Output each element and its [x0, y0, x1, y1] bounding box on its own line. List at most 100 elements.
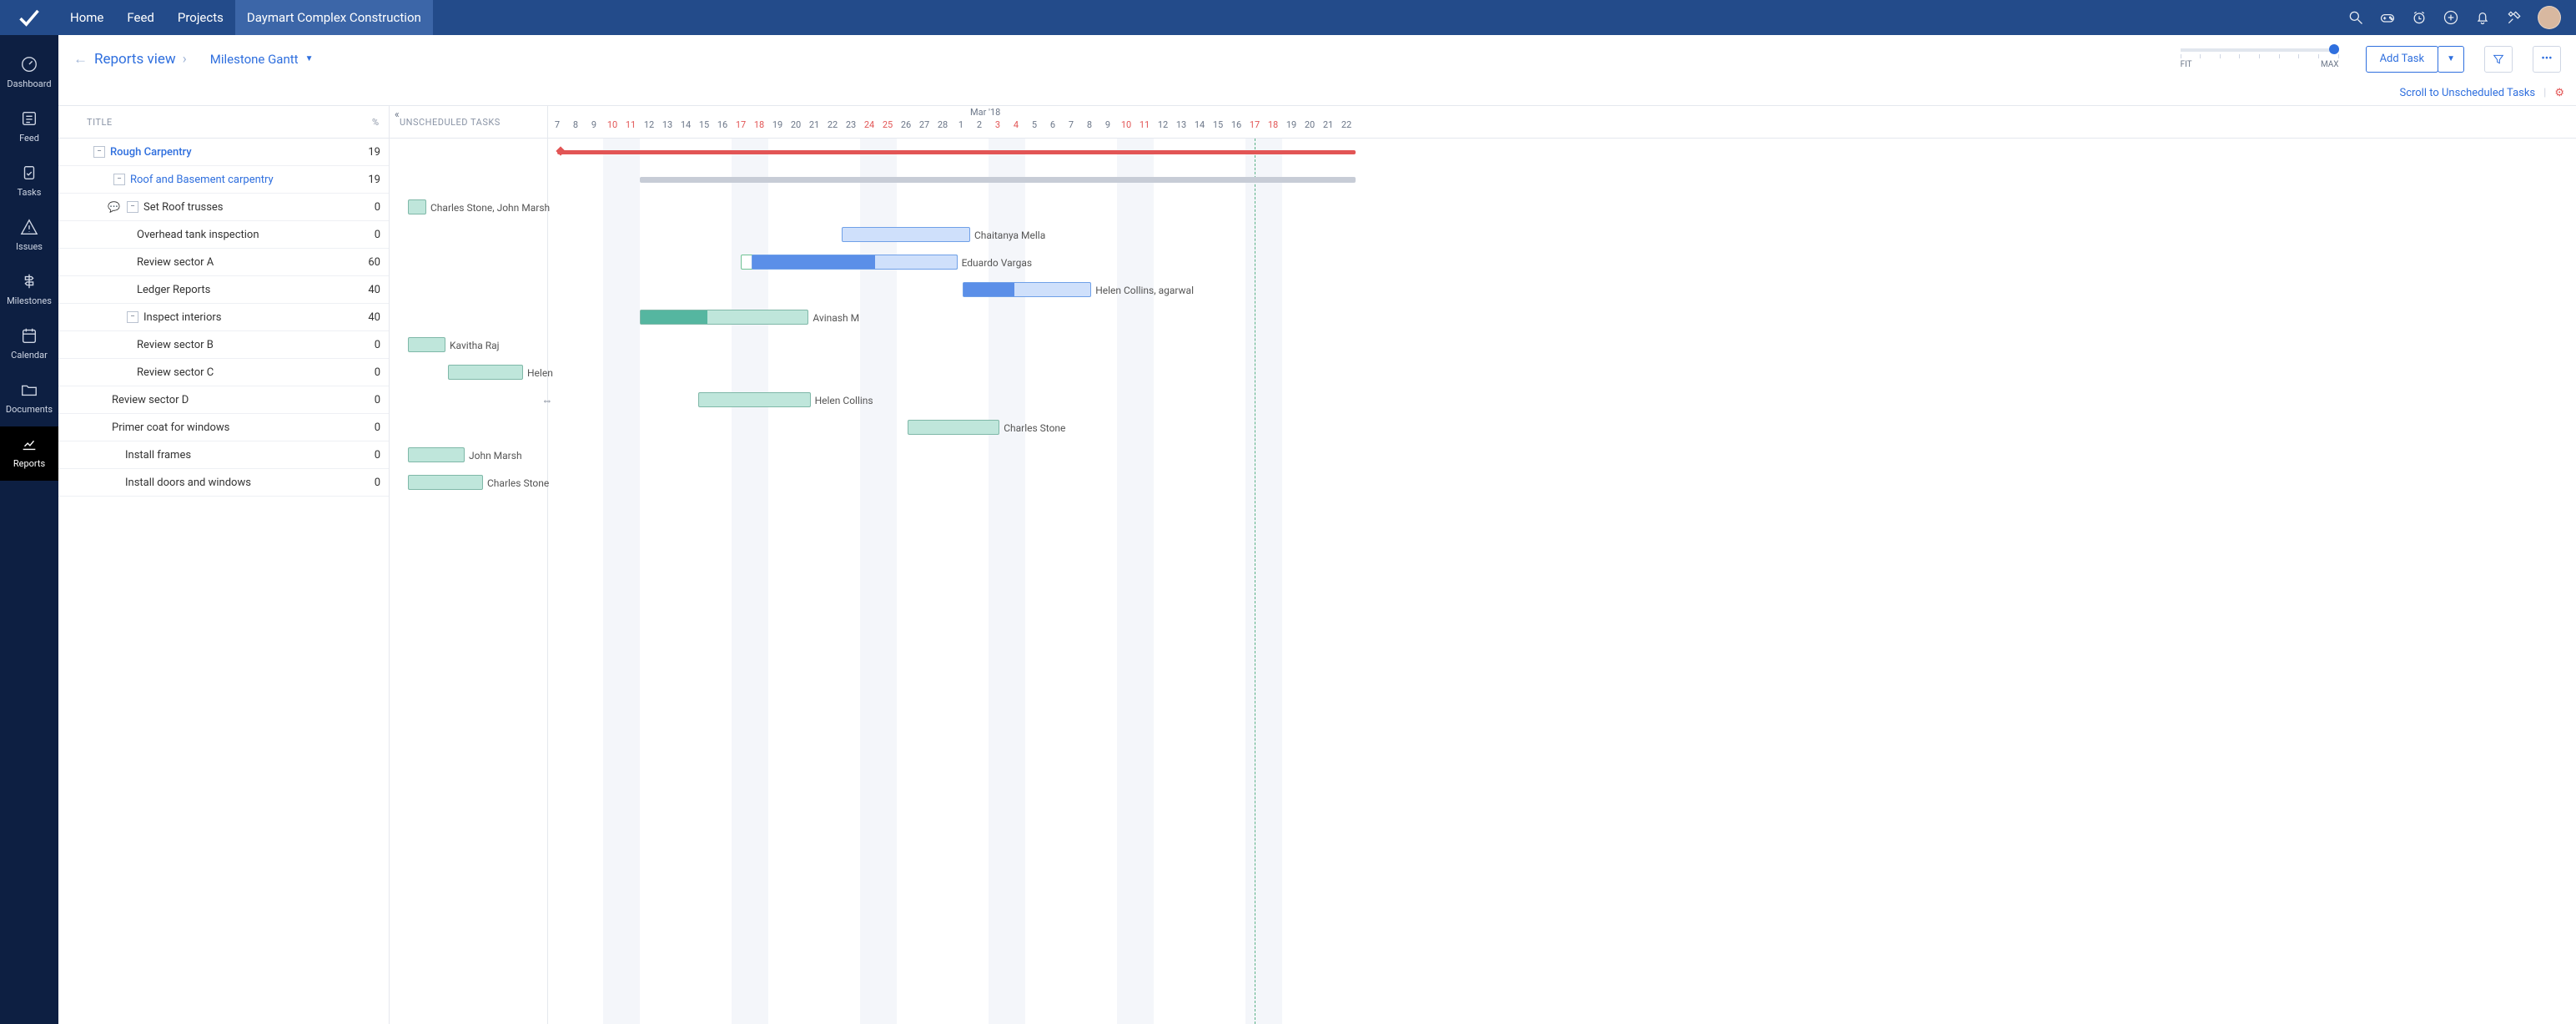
task-row[interactable]: Review sector C0: [58, 359, 389, 386]
sidebar-item-documents[interactable]: Documents: [0, 372, 58, 426]
plus-circle-icon[interactable]: [2443, 9, 2459, 26]
tools-icon[interactable]: [2506, 9, 2523, 26]
day-label: 17: [1245, 119, 1264, 130]
expand-toggle[interactable]: −: [127, 311, 138, 323]
expand-toggle[interactable]: −: [113, 174, 125, 185]
sidebar-item-milestones[interactable]: Milestones: [0, 264, 58, 318]
day-label: 21: [1319, 119, 1337, 130]
unscheduled-task-bar[interactable]: Kavitha Raj: [408, 337, 445, 352]
day-label: 10: [1117, 119, 1135, 130]
task-row[interactable]: 💬−Set Roof trusses0: [58, 194, 389, 221]
sidebar-item-dashboard[interactable]: Dashboard: [0, 47, 58, 101]
task-title: Inspect interiors: [143, 311, 352, 324]
task-row[interactable]: Overhead tank inspection0: [58, 221, 389, 249]
unscheduled-task-bar[interactable]: Charles Stone: [408, 475, 483, 490]
day-label: 20: [1301, 119, 1319, 130]
sidebar-item-tasks[interactable]: Tasks: [0, 155, 58, 209]
task-pct: 40: [352, 284, 389, 296]
gantt-bar[interactable]: Avinash M: [640, 310, 808, 325]
more-button[interactable]: •••: [2533, 46, 2561, 73]
day-label: 15: [1209, 119, 1227, 130]
task-title: Review sector D: [112, 394, 352, 406]
task-row[interactable]: Review sector A60: [58, 249, 389, 276]
gantt-bar[interactable]: Eduardo Vargas: [752, 255, 957, 270]
chevron-down-icon: ▼: [2447, 54, 2455, 63]
sidebar-item-calendar[interactable]: Calendar: [0, 318, 58, 372]
day-label: 25: [878, 119, 897, 130]
task-row[interactable]: Primer coat for windows0: [58, 414, 389, 441]
task-assignee: Charles Stone, John Marsh: [430, 200, 550, 215]
gear-icon[interactable]: ⚙: [2554, 87, 2564, 99]
task-row[interactable]: Review sector B0: [58, 331, 389, 359]
sidebar-item-reports[interactable]: Reports: [0, 426, 58, 481]
gantt-bar[interactable]: Chaitanya Mella: [842, 227, 970, 242]
view-picker[interactable]: Milestone Gantt ▼: [210, 52, 314, 67]
user-avatar[interactable]: [2538, 6, 2561, 29]
task-row[interactable]: Ledger Reports40: [58, 276, 389, 304]
bell-icon[interactable]: [2474, 9, 2491, 26]
zoom-max-label: MAX: [2321, 60, 2339, 69]
sidebar-item-label: Feed: [19, 133, 39, 144]
gantt-bar-label: Avinash M: [813, 310, 859, 325]
task-title: Install doors and windows: [125, 477, 352, 489]
sidebar-item-label: Tasks: [18, 187, 42, 198]
scroll-to-unscheduled-link[interactable]: Scroll to Unscheduled Tasks: [2399, 87, 2535, 99]
task-row[interactable]: Install doors and windows0: [58, 469, 389, 497]
gantt-bar[interactable]: Helen Collins, agarwal: [963, 282, 1091, 297]
nav-home[interactable]: Home: [58, 0, 115, 35]
day-label: 14: [677, 119, 695, 130]
back-arrow-icon[interactable]: ←: [73, 51, 88, 68]
task-pct: 40: [352, 311, 389, 324]
clipboard-icon: [20, 164, 38, 182]
gantt-bar-label: Chaitanya Mella: [974, 228, 1045, 243]
task-row[interactable]: Install frames0: [58, 441, 389, 469]
nav-feed[interactable]: Feed: [115, 0, 166, 35]
task-title: Ledger Reports: [137, 284, 352, 296]
nav-projects[interactable]: Projects: [166, 0, 235, 35]
sidebar-item-label: Reports: [13, 458, 45, 469]
sidebar-item-feed[interactable]: Feed: [0, 101, 58, 155]
day-label: 18: [1264, 119, 1282, 130]
comment-icon[interactable]: 💬: [108, 201, 120, 213]
expand-toggle[interactable]: −: [127, 201, 138, 213]
filter-button[interactable]: [2484, 46, 2513, 73]
day-label: 12: [1154, 119, 1172, 130]
task-pct: 0: [352, 449, 389, 462]
collapse-panel-icon[interactable]: «: [395, 108, 400, 120]
unscheduled-task-bar[interactable]: Charles Stone, John Marsh: [408, 199, 426, 214]
task-pct: 0: [352, 201, 389, 214]
app-logo[interactable]: [0, 0, 58, 35]
sidebar-item-issues[interactable]: Issues: [0, 209, 58, 264]
zoom-slider[interactable]: FIT MAX: [2181, 48, 2339, 69]
day-label: 9: [585, 119, 603, 130]
gantt-bar[interactable]: [640, 177, 1356, 183]
gantt-bar-label: Helen Collins: [815, 393, 873, 408]
breadcrumb-reports[interactable]: Reports view: [94, 51, 176, 68]
day-label: 3: [989, 119, 1007, 130]
add-task-dropdown[interactable]: ▼: [2438, 46, 2464, 73]
unscheduled-task-bar[interactable]: John Marsh: [408, 447, 465, 462]
clock-icon[interactable]: [2411, 9, 2428, 26]
task-row[interactable]: −Roof and Basement carpentry19: [58, 166, 389, 194]
expand-toggle[interactable]: −: [93, 146, 105, 158]
day-label: 2: [970, 119, 989, 130]
task-row[interactable]: −Inspect interiors40: [58, 304, 389, 331]
add-task-button[interactable]: Add Task: [2366, 46, 2439, 73]
calendar-icon: [20, 326, 38, 345]
link-row: Scroll to Unscheduled Tasks | ⚙: [58, 83, 2576, 105]
task-row[interactable]: Review sector D0: [58, 386, 389, 414]
search-icon[interactable]: [2347, 9, 2364, 26]
zoom-thumb[interactable]: [2329, 44, 2339, 54]
nav-current-project[interactable]: Daymart Complex Construction: [235, 0, 433, 35]
task-row[interactable]: −Rough Carpentry19: [58, 139, 389, 166]
gantt-bar[interactable]: [557, 150, 1356, 154]
app-header: Home Feed Projects Daymart Complex Const…: [0, 0, 2576, 35]
left-sidebar: Dashboard Feed Tasks Issues Milestones C…: [0, 35, 58, 1024]
unscheduled-task-bar[interactable]: Helen: [448, 365, 523, 380]
day-label: 12: [640, 119, 658, 130]
gantt-bar[interactable]: Helen Collins: [698, 392, 810, 407]
chart-icon: [20, 435, 38, 453]
chevron-right-icon: ›: [183, 51, 187, 68]
gamepad-icon[interactable]: [2379, 9, 2396, 26]
gantt-bar[interactable]: Charles Stone: [908, 420, 999, 435]
